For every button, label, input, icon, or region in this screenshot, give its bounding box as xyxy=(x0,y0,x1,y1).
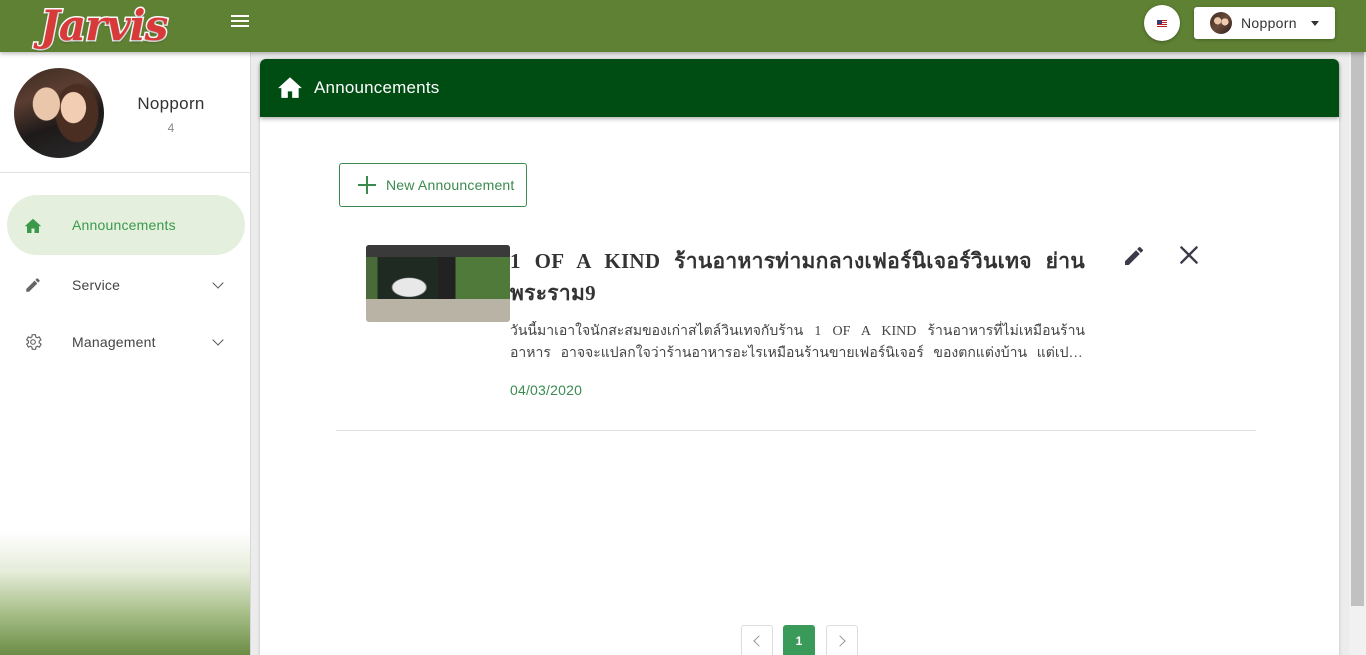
list-divider xyxy=(336,430,1256,431)
pagination-prev-button[interactable] xyxy=(741,625,773,655)
pagination-next-button[interactable] xyxy=(826,625,858,655)
home-icon xyxy=(278,77,302,98)
app-logo[interactable]: Jarvis xyxy=(36,0,169,52)
page-title: Announcements xyxy=(314,78,440,97)
new-announcement-button[interactable]: New Announcement xyxy=(339,163,527,207)
profile-name: Nopporn xyxy=(137,94,205,113)
profile-sub: 4 xyxy=(167,121,175,135)
menu-toggle-icon[interactable] xyxy=(229,12,251,34)
chevron-down-icon xyxy=(212,334,224,346)
user-menu-button[interactable]: Nopporn xyxy=(1194,7,1335,39)
plus-icon xyxy=(358,176,376,194)
profile-panel: Nopporn 4 xyxy=(0,52,251,173)
chevron-right-icon xyxy=(834,635,846,647)
edit-pencil-icon[interactable] xyxy=(1122,244,1146,268)
sidebar: Nopporn 4 Announcements Service Manageme… xyxy=(0,52,251,655)
profile-avatar xyxy=(14,68,104,158)
announcement-description: วันนี้มาเอาใจนักสะสมของเก่าสไตล์วินเทจกั… xyxy=(510,324,1085,361)
logo-text: Jarvis xyxy=(38,0,169,52)
sidebar-item-label: Service xyxy=(72,277,121,293)
main-card: Announcements New Announcement 1 OF A KI… xyxy=(260,59,1339,655)
page-header: Announcements xyxy=(260,59,1339,117)
delete-close-icon[interactable] xyxy=(1176,242,1202,268)
sidebar-item-announcements[interactable]: Announcements xyxy=(7,195,245,255)
user-menu-name: Nopporn xyxy=(1241,15,1297,31)
chevron-left-icon xyxy=(753,635,765,647)
pagination-page-1[interactable]: 1 xyxy=(783,625,815,655)
pencil-icon xyxy=(23,275,43,295)
sidebar-item-label: Announcements xyxy=(72,217,176,233)
sidebar-item-service[interactable]: Service xyxy=(7,255,245,315)
new-announcement-label: New Announcement xyxy=(386,177,515,193)
user-avatar xyxy=(1210,12,1232,34)
gear-icon xyxy=(23,332,43,352)
announcement-thumbnail[interactable] xyxy=(366,245,510,322)
chevron-down-icon xyxy=(212,277,224,289)
sidebar-item-management[interactable]: Management xyxy=(7,312,245,372)
us-flag-icon xyxy=(1157,19,1167,27)
page-scrollbar[interactable] xyxy=(1349,0,1366,655)
sidebar-item-label: Management xyxy=(72,334,156,350)
home-icon xyxy=(23,215,43,235)
caret-down-icon xyxy=(1310,20,1319,26)
announcement-title[interactable]: 1 OF A KIND ร้านอาหารท่ามกลางเฟอร์นิเจอร… xyxy=(510,245,1085,309)
language-button[interactable] xyxy=(1144,5,1180,41)
scroll-thumb[interactable] xyxy=(1351,18,1364,606)
announcement-date: 04/03/2020 xyxy=(510,382,583,398)
top-bar: Jarvis Nopporn xyxy=(0,0,1366,52)
